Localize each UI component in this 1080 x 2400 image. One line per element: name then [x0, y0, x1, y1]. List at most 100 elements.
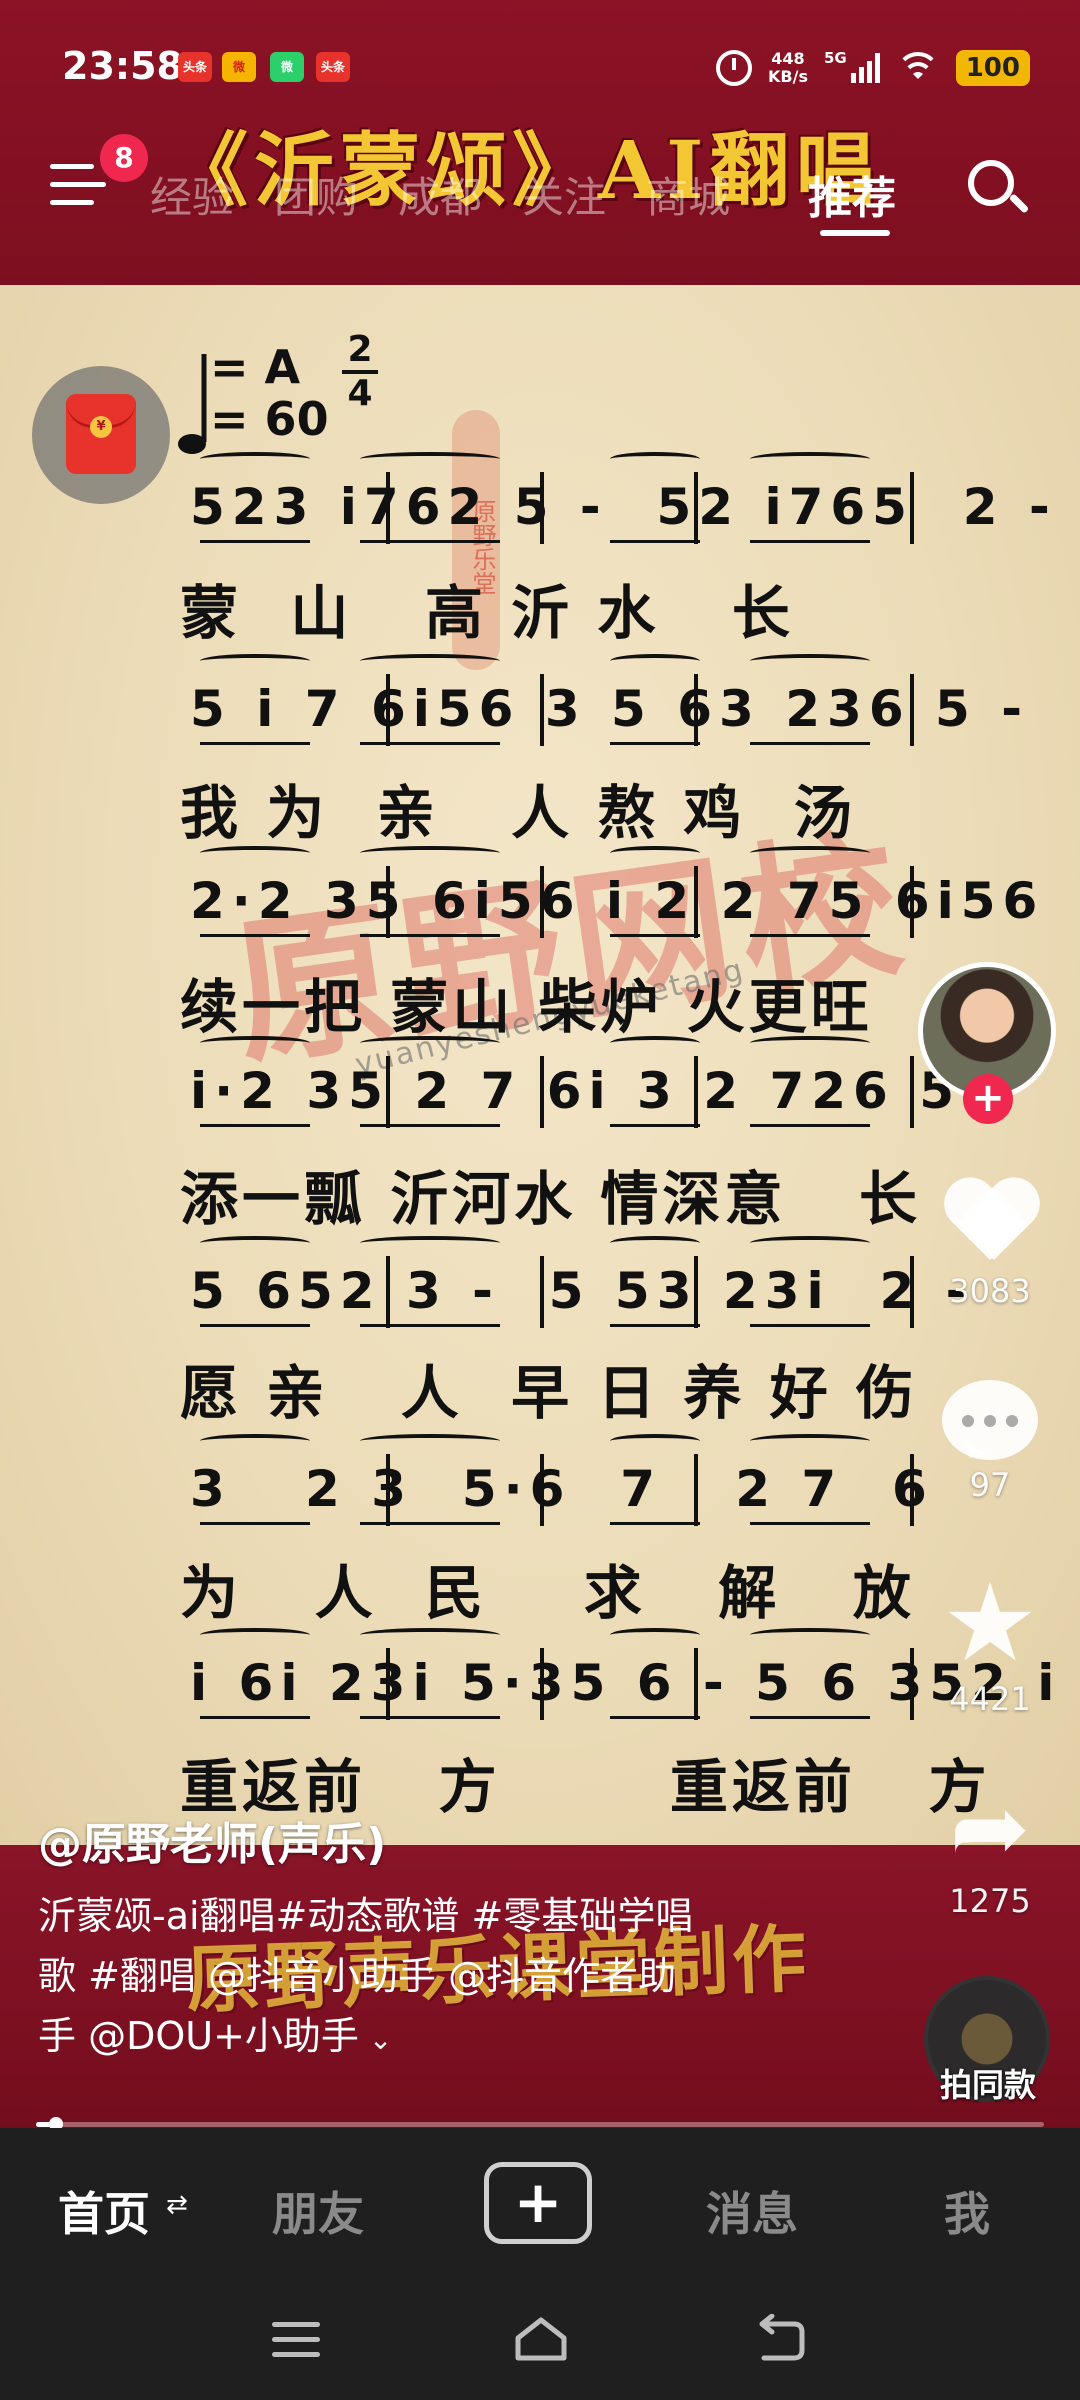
expand-icon[interactable]: ⌄	[369, 2023, 392, 2056]
network-speed-unit: KB/s	[768, 67, 808, 86]
score-number-line: 3 2 3 5·6 7 2 7 6	[190, 1434, 930, 1550]
score-beam	[750, 540, 870, 543]
recents-icon	[272, 2322, 320, 2327]
score-numbers: 3 2 3 5·6 7 2 7 6	[190, 1460, 934, 1518]
nav-tab[interactable]: 商城	[646, 164, 730, 225]
network-speed: 448 KB/s	[768, 50, 808, 86]
progress-track[interactable]	[36, 2122, 1044, 2127]
score-number-line: 2·2 35 6i56 i 2 2 75 6i56	[190, 846, 1037, 962]
score-beam	[750, 934, 870, 937]
score-beam	[360, 540, 500, 543]
score-slur	[200, 654, 310, 668]
network-speed-value: 448	[771, 49, 805, 68]
score-slur	[610, 654, 700, 668]
follow-button[interactable]: +	[963, 1074, 1013, 1124]
search-icon-handle	[1008, 193, 1030, 214]
signal-icon	[850, 53, 880, 83]
score-beam	[750, 1124, 870, 1127]
score-lyrics: 为 人 民 求 解 放	[180, 1559, 915, 1627]
score-beam	[360, 742, 500, 745]
swap-icon[interactable]: ⇄	[166, 2190, 188, 2220]
menu-icon-bar	[50, 200, 94, 205]
score-numbers: 5 i 7 6i56 3 5 63 236 5 -	[190, 680, 1029, 738]
tab-home[interactable]: 首页	[58, 2178, 150, 2244]
score-beam	[200, 1124, 310, 1127]
score-barline	[386, 1454, 390, 1526]
recents-button[interactable]	[272, 2320, 320, 2360]
score-number-line: i 6i 23i 5·35 6 - 5 6 352 i -	[190, 1628, 1054, 1744]
tab-inbox[interactable]: 消息	[706, 2178, 798, 2244]
search-button[interactable]	[964, 156, 1034, 226]
score-slur	[610, 1036, 700, 1050]
score-barline	[694, 1256, 698, 1328]
recents-icon-bar	[272, 2337, 320, 2342]
favorite-button[interactable]: ★ 4421	[920, 1561, 1060, 1719]
back-button[interactable]	[754, 2314, 806, 2364]
nav-tab[interactable]: 成都	[398, 164, 482, 225]
score-beam	[610, 934, 700, 937]
weibo-icon: 微	[222, 52, 256, 82]
caption-line: 歌 #翻唱 @抖音小助手 @抖音作者助	[38, 1954, 677, 1998]
wechat-icon: 微	[270, 52, 304, 82]
toutiao-icon: 头条	[178, 52, 212, 82]
score-barline	[694, 1454, 698, 1526]
tab-me[interactable]: 我	[944, 2178, 990, 2244]
score-lyrics: 续一把 蒙山 柴炉 火更旺	[180, 973, 873, 1041]
video-caption[interactable]: 沂蒙颂-ai翻唱#动态歌谱 #零基础学唱 歌 #翻唱 @抖音小助手 @抖音作者助…	[38, 1886, 818, 2070]
score-beam	[610, 1324, 700, 1327]
score-barline	[910, 472, 914, 544]
like-button[interactable]: 3083	[920, 1180, 1060, 1310]
menu-button[interactable]	[50, 160, 106, 210]
score-beam	[750, 1324, 870, 1327]
share-button[interactable]: ➦ 1275	[920, 1780, 1060, 1920]
score-slur	[200, 1434, 310, 1448]
status-indicators: 448 KB/s 5G 100	[716, 44, 1030, 92]
score-barline	[910, 1454, 914, 1526]
home-button[interactable]	[512, 2314, 570, 2364]
score-slur	[200, 846, 310, 860]
nav-tab[interactable]: 关注	[522, 164, 606, 225]
duet-label[interactable]: 拍同款	[918, 2060, 1058, 2106]
score-beam	[360, 1124, 500, 1127]
status-bar: 23:58 头条微微头条 448 KB/s 5G 100	[0, 0, 1080, 140]
score-barline	[694, 866, 698, 938]
score-barline	[910, 1256, 914, 1328]
score-barline	[540, 472, 544, 544]
score-beam	[610, 540, 700, 543]
score-beam	[200, 742, 310, 745]
score-slur	[750, 452, 870, 466]
score-slur	[200, 1236, 310, 1250]
quarter-note-icon	[178, 354, 207, 454]
score-beam	[360, 934, 500, 937]
comment-icon	[942, 1380, 1038, 1460]
menu-icon-bar	[50, 182, 106, 187]
menu-badge: 8	[100, 134, 148, 182]
nav-tab[interactable]: 经验	[150, 164, 234, 225]
score-beam	[200, 1324, 310, 1327]
score-barline	[386, 1648, 390, 1720]
author-name[interactable]: @原野老师(声乐)	[38, 1808, 386, 1872]
score-barline	[694, 472, 698, 544]
score-slur	[750, 1628, 870, 1642]
caption-line: 手 @DOU+小助手 ⌄	[38, 2006, 818, 2070]
comment-button[interactable]: 97	[920, 1380, 1060, 1504]
score-barline	[540, 866, 544, 938]
score-slur	[360, 1236, 500, 1250]
score-barline	[386, 1256, 390, 1328]
score-barline	[694, 1648, 698, 1720]
nav-tab[interactable]: 团购	[274, 164, 358, 225]
tab-friends[interactable]: 朋友	[272, 2178, 364, 2244]
tab-recommend[interactable]: 推荐	[808, 162, 896, 226]
red-envelope-button[interactable]: ¥	[32, 366, 170, 504]
score-lyrics: 添一瓢 沂河水 情深意 长	[180, 1165, 921, 1233]
star-icon: ★	[941, 1561, 1039, 1686]
score-slur	[610, 1628, 700, 1642]
score-numbers: 5 652 3 - 5 53 23i 2 -	[190, 1262, 974, 1320]
score-beam	[750, 1716, 870, 1719]
score-beam	[610, 1522, 700, 1525]
score-barline	[386, 674, 390, 746]
score-slur	[750, 1036, 870, 1050]
time-signature: 2 4	[340, 330, 380, 414]
create-button[interactable]: +	[484, 2162, 592, 2244]
score-number-line: 523 i762 5 - 52 i765 2 -	[190, 452, 1050, 568]
